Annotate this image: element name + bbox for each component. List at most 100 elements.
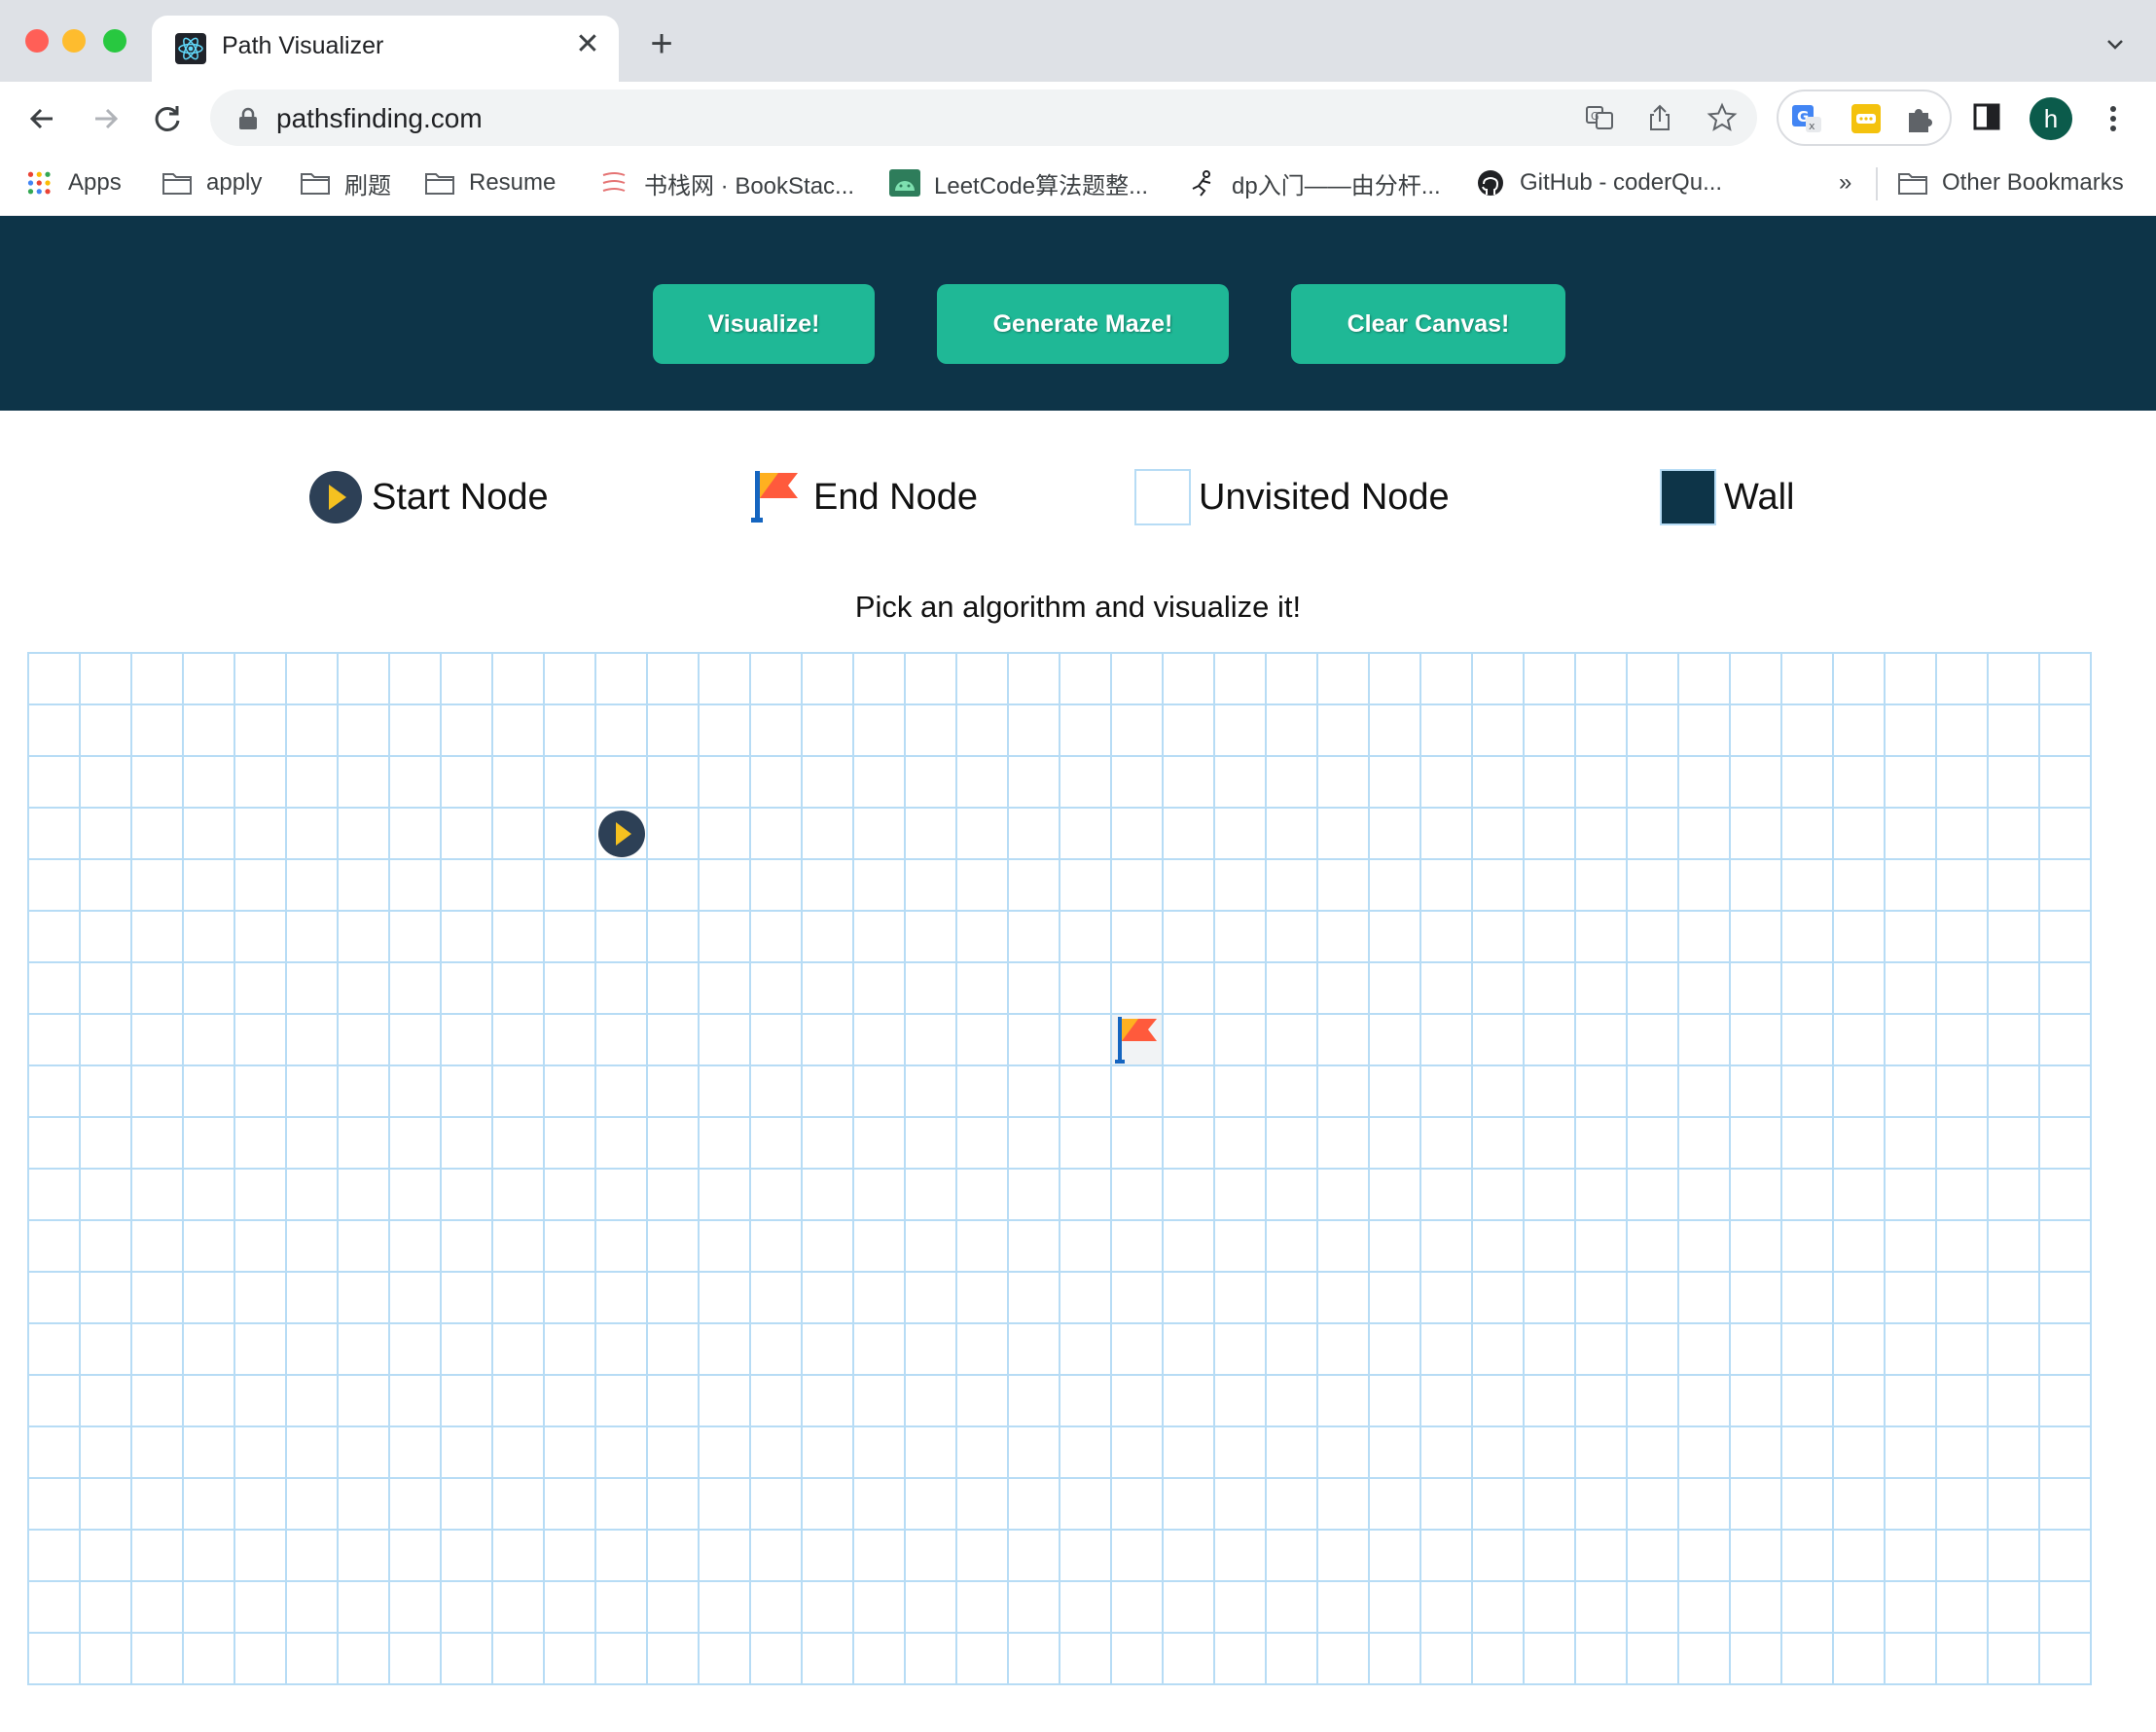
grid-cell[interactable] [648,1118,700,1170]
grid-cell[interactable] [2040,1479,2092,1531]
grid-cell[interactable] [1576,963,1628,1015]
grid-cell[interactable] [1318,1221,1370,1273]
grid-cell[interactable] [854,654,906,705]
grid-cell[interactable] [906,1221,957,1273]
grid-cell[interactable] [184,912,235,963]
grid-cell[interactable] [1834,860,1886,912]
grid-cell[interactable] [29,963,81,1015]
grid-cell[interactable] [1421,963,1473,1015]
grid-cell[interactable] [2040,1118,2092,1170]
grid-cell[interactable] [1060,705,1112,757]
grid-cell[interactable] [1937,705,1989,757]
grid-cell[interactable] [29,1066,81,1118]
grid-cell[interactable] [1318,705,1370,757]
grid-cell[interactable] [596,1479,648,1531]
grid-cell[interactable] [854,809,906,860]
grid-cell[interactable] [184,1273,235,1324]
grid-cell[interactable] [545,1479,596,1531]
grid-cell[interactable] [1679,912,1731,963]
grid-cell[interactable] [854,1015,906,1066]
grid-cell[interactable] [1886,705,1937,757]
grid-cell[interactable] [906,1066,957,1118]
grid-cell[interactable] [545,1015,596,1066]
grid-cell[interactable] [1886,1582,1937,1634]
grid-cell[interactable] [1421,1324,1473,1376]
grid-cell[interactable] [1473,1324,1525,1376]
bookmarks-overflow-button[interactable]: » [1839,165,1851,200]
grid-cell[interactable] [957,1273,1009,1324]
grid-cell[interactable] [1318,1324,1370,1376]
grid-cell[interactable] [2040,1427,2092,1479]
grid-cell[interactable] [1112,654,1164,705]
grid-cell[interactable] [957,1634,1009,1685]
grid-cell[interactable] [1318,654,1370,705]
grid-cell[interactable] [81,912,132,963]
grid-cell[interactable] [493,963,545,1015]
grid-cell[interactable] [1473,963,1525,1015]
bookmark-bookstack[interactable]: 书栈网 · BookStac... [599,165,854,200]
grid-cell[interactable] [235,1479,287,1531]
grid-cell[interactable] [1989,1015,2040,1066]
grid-cell[interactable] [751,1273,803,1324]
reload-icon[interactable] [148,99,187,138]
zoom-window-button[interactable] [103,29,126,53]
grid-cell[interactable] [1473,757,1525,809]
grid-cell[interactable] [957,1531,1009,1582]
grid-cell[interactable] [1009,1634,1060,1685]
grid-cell[interactable] [700,1479,751,1531]
grid-cell[interactable] [1215,912,1267,963]
grid-cell[interactable] [1215,1221,1267,1273]
grid-cell[interactable] [854,1066,906,1118]
grid-cell[interactable] [81,1324,132,1376]
grid-cell[interactable] [1989,1582,2040,1634]
grid-cell[interactable] [493,1118,545,1170]
grid-cell[interactable] [235,1324,287,1376]
grid-cell[interactable] [493,809,545,860]
grid-cell[interactable] [184,809,235,860]
grid-cell[interactable] [854,860,906,912]
grid-cell[interactable] [1834,1427,1886,1479]
close-window-button[interactable] [25,29,49,53]
grid-cell[interactable] [1731,654,1782,705]
grid-cell[interactable] [2040,1170,2092,1221]
grid-cell[interactable] [1421,1221,1473,1273]
grid-cell[interactable] [1164,1170,1215,1221]
grid-cell[interactable] [906,1273,957,1324]
grid-cell[interactable] [1473,1427,1525,1479]
grid-cell[interactable] [1370,860,1421,912]
grid-cell[interactable] [390,809,442,860]
grid-cell[interactable] [29,912,81,963]
grid-cell[interactable] [1215,1066,1267,1118]
grid-cell[interactable] [1112,1634,1164,1685]
grid-cell[interactable] [854,1427,906,1479]
grid-cell[interactable] [235,1531,287,1582]
grid-cell[interactable] [339,860,390,912]
share-icon[interactable] [1644,102,1675,133]
grid-cell[interactable] [390,1479,442,1531]
grid-cell[interactable] [81,1221,132,1273]
grid-cell[interactable] [1267,654,1318,705]
puzzle-extensions-icon[interactable] [1903,101,1938,136]
grid-cell[interactable] [493,757,545,809]
grid-cell[interactable] [1112,1479,1164,1531]
grid-cell[interactable] [906,1634,957,1685]
grid-cell[interactable] [1164,1015,1215,1066]
grid-cell[interactable] [442,1324,493,1376]
grid-cell[interactable] [1215,654,1267,705]
grid-cell[interactable] [1215,1634,1267,1685]
grid-cell[interactable] [1937,757,1989,809]
grid-cell[interactable] [648,912,700,963]
grid-cell[interactable] [1886,1324,1937,1376]
grid-cell[interactable] [1989,1427,2040,1479]
grid-cell[interactable] [1989,1170,2040,1221]
grid-cell[interactable] [1679,654,1731,705]
grid-cell[interactable] [803,1531,854,1582]
grid-cell[interactable] [1009,1376,1060,1427]
grid-cell[interactable] [1421,1118,1473,1170]
grid-cell[interactable] [1576,654,1628,705]
grid-cell[interactable] [235,1118,287,1170]
grid-cell[interactable] [1112,1170,1164,1221]
grid-cell[interactable] [957,809,1009,860]
grid-cell[interactable] [1782,860,1834,912]
grid-cell[interactable] [803,757,854,809]
